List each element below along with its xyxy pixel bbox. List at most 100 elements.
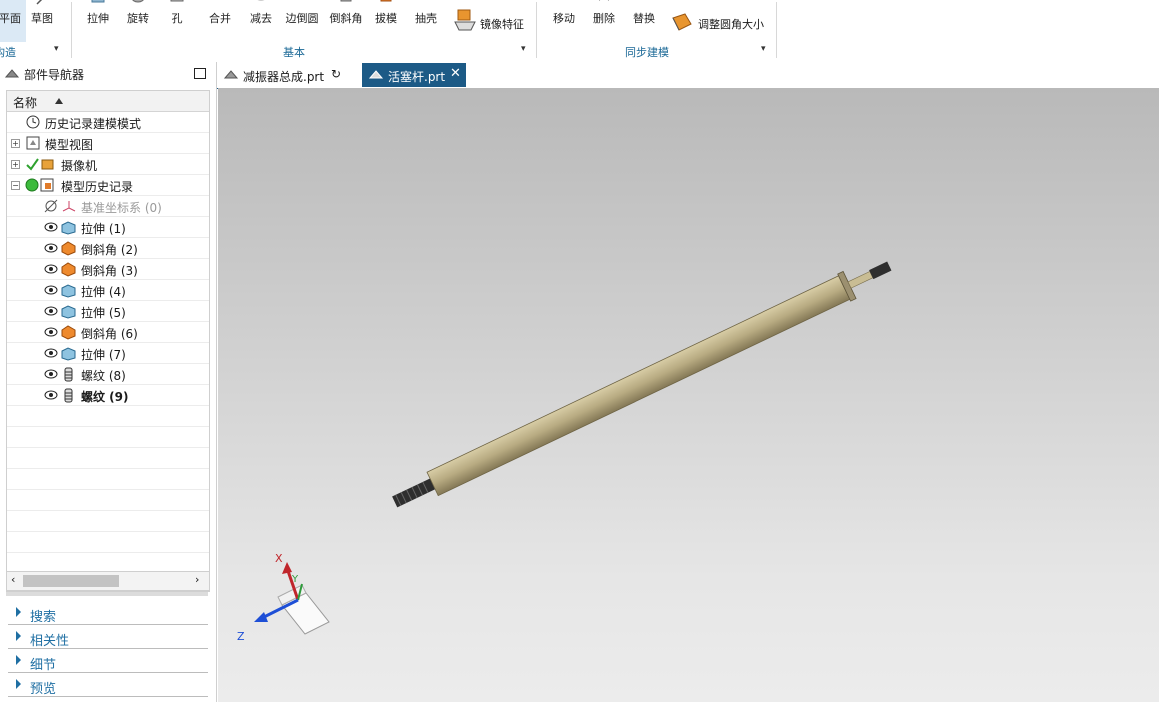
tree-node[interactable]: 螺纹 (8) bbox=[7, 364, 209, 385]
sketch-button[interactable]: 草图 bbox=[28, 0, 56, 42]
edge-blend-button[interactable]: 边倒圆 bbox=[284, 0, 320, 42]
rod-thread-right bbox=[869, 261, 892, 280]
camera-icon bbox=[25, 156, 55, 175]
resize-blend-button[interactable]: 调整圆角大小 bbox=[669, 6, 769, 40]
tab-piston-rod[interactable]: 活塞杆.prt ✕ bbox=[362, 63, 466, 87]
scroll-right-icon[interactable]: › bbox=[195, 573, 199, 586]
unite-label: 合并 bbox=[209, 12, 231, 25]
expand-node-icon[interactable]: + bbox=[11, 139, 20, 148]
ribbon: 平面 草图 构造 ▾ 拉伸 旋转 孔 合并 减去 边倒圆 bbox=[0, 0, 1159, 63]
navigator-title: 部件导航器 bbox=[24, 68, 85, 82]
collapse-node-icon[interactable]: − bbox=[11, 181, 20, 190]
shell-button[interactable]: 抽壳 bbox=[410, 0, 442, 42]
tree-node-label: 模型历史记录 bbox=[61, 180, 134, 194]
hole-button[interactable]: 孔 bbox=[162, 0, 192, 42]
hole-label: 孔 bbox=[171, 12, 183, 25]
tree-node[interactable]: 拉伸 (1) bbox=[7, 217, 209, 238]
panel-dependencies[interactable]: 相关性 bbox=[8, 626, 208, 649]
mirror-feature-label: 镜像特征 bbox=[480, 18, 524, 31]
sketch-icon bbox=[33, 0, 51, 6]
tree-node[interactable]: + 摄像机 bbox=[7, 154, 209, 175]
tree-node-label: 螺纹 (8) bbox=[81, 369, 126, 383]
tree-node-label: 螺纹 (9) bbox=[81, 390, 129, 404]
tree-node[interactable]: 历史记录建模模式 bbox=[7, 112, 209, 133]
expand-arrow-icon bbox=[16, 607, 21, 617]
graphics-viewport[interactable]: X Y Z bbox=[218, 88, 1159, 702]
draft-button[interactable]: 拔模 bbox=[370, 0, 402, 42]
tree-node[interactable]: 基准坐标系 (0) bbox=[7, 196, 209, 217]
move-face-button[interactable]: 移动 bbox=[549, 0, 579, 42]
tree-node-label: 基准坐标系 (0) bbox=[81, 201, 162, 215]
extrude-icon bbox=[89, 0, 107, 6]
replace-face-button[interactable]: 替换 bbox=[629, 0, 659, 42]
tree-node[interactable]: 拉伸 (4) bbox=[7, 280, 209, 301]
tree-node-label: 模型视图 bbox=[45, 138, 94, 152]
thread-icon bbox=[43, 387, 77, 406]
z-axis-arrowhead bbox=[254, 612, 268, 622]
extrude-icon bbox=[43, 303, 77, 322]
extrude-button[interactable]: 拉伸 bbox=[82, 0, 114, 42]
chamfer-icon bbox=[337, 0, 355, 6]
group-expand-icon[interactable]: ▾ bbox=[54, 44, 59, 54]
navigator-header: 部件导航器 bbox=[0, 62, 216, 86]
horizontal-scrollbar[interactable]: ‹ › bbox=[6, 571, 210, 591]
tree-node[interactable]: − 模型历史记录 bbox=[7, 175, 209, 196]
group-label-basic: 基本 bbox=[283, 46, 305, 59]
chamfer-label: 倒斜角 bbox=[329, 12, 363, 25]
subtract-button[interactable]: 减去 bbox=[244, 0, 278, 42]
revolve-icon bbox=[129, 0, 147, 6]
group-label-sync: 同步建模 bbox=[625, 46, 669, 59]
tree-node[interactable]: + 模型视图 bbox=[7, 133, 209, 154]
scroll-left-icon[interactable]: ‹ bbox=[11, 573, 15, 586]
scrollbar-thumb[interactable] bbox=[23, 575, 119, 587]
tab-label: 减振器总成.prt bbox=[243, 70, 325, 84]
revolve-button[interactable]: 旋转 bbox=[122, 0, 154, 42]
group-expand-icon[interactable]: ▾ bbox=[761, 44, 766, 54]
clock-icon bbox=[25, 114, 41, 133]
tree-node[interactable]: 螺纹 (9) bbox=[7, 385, 209, 406]
maximize-icon[interactable] bbox=[194, 68, 206, 79]
expand-node-icon[interactable]: + bbox=[11, 160, 20, 169]
panel-dependencies-label: 相关性 bbox=[30, 634, 70, 649]
mirror-feature-button[interactable]: 镜像特征 bbox=[452, 6, 532, 40]
piston-rod-model[interactable] bbox=[388, 253, 896, 516]
plane-button[interactable]: 平面 bbox=[0, 0, 26, 42]
x-axis-label: X bbox=[275, 552, 283, 565]
ribbon-divider bbox=[776, 2, 777, 58]
tree-node-label: 历史记录建模模式 bbox=[45, 117, 142, 131]
replace-face-label: 替换 bbox=[633, 12, 655, 25]
tree-node[interactable]: 倒斜角 (2) bbox=[7, 238, 209, 259]
close-tab-icon[interactable]: ✕ bbox=[450, 66, 461, 81]
tree-node[interactable]: 拉伸 (5) bbox=[7, 301, 209, 322]
empty-row bbox=[7, 406, 209, 427]
subtract-label: 减去 bbox=[250, 12, 272, 25]
panel-details[interactable]: 细节 bbox=[8, 650, 208, 673]
tree-node-label: 倒斜角 (6) bbox=[81, 327, 138, 341]
tree-node-label: 倒斜角 (3) bbox=[81, 264, 138, 278]
sketch-button-label: 草图 bbox=[31, 12, 53, 25]
view-triad[interactable]: X Y Z bbox=[232, 550, 342, 650]
delete-face-button[interactable]: 删除 bbox=[589, 0, 619, 42]
column-header-name[interactable]: 名称 bbox=[7, 91, 209, 112]
chamfer-button[interactable]: 倒斜角 bbox=[328, 0, 364, 42]
rod-body bbox=[426, 275, 851, 497]
extrude-icon bbox=[43, 282, 77, 301]
tree-node[interactable]: 拉伸 (7) bbox=[7, 343, 209, 364]
part-icon bbox=[368, 68, 384, 85]
unite-button[interactable]: 合并 bbox=[204, 0, 236, 42]
expand-arrow-icon bbox=[16, 679, 21, 689]
panel-search[interactable]: 搜索 bbox=[8, 602, 208, 625]
resize-blend-icon bbox=[669, 10, 695, 39]
rod-thread-left bbox=[392, 478, 436, 508]
group-expand-icon[interactable]: ▾ bbox=[521, 44, 526, 54]
tree-node-label: 摄像机 bbox=[61, 159, 98, 173]
expand-arrow-icon bbox=[16, 655, 21, 665]
revolve-label: 旋转 bbox=[127, 12, 149, 25]
column-header-label: 名称 bbox=[13, 96, 38, 110]
panel-preview[interactable]: 预览 bbox=[8, 674, 208, 697]
tree-node[interactable]: 倒斜角 (3) bbox=[7, 259, 209, 280]
chamfer-icon bbox=[43, 261, 77, 280]
tree-node[interactable]: 倒斜角 (6) bbox=[7, 322, 209, 343]
tab-damper-assembly[interactable]: 减振器总成.prt ↻ bbox=[217, 63, 359, 87]
panel-preview-label: 预览 bbox=[30, 682, 57, 697]
